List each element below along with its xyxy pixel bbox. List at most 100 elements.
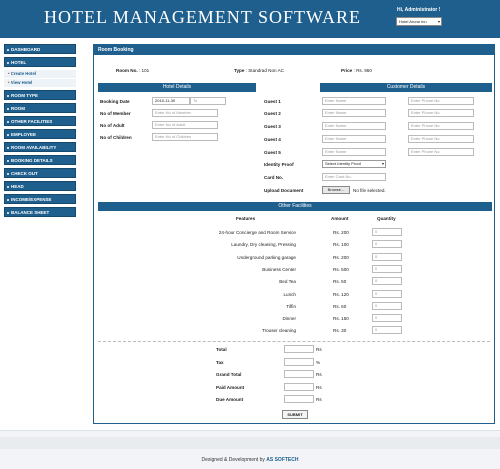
bullet-icon: •	[8, 71, 10, 76]
submit-button[interactable]: SUBMIT	[282, 410, 308, 419]
hotel-details-header: Hotel Details	[98, 83, 256, 92]
facility-amount: Rs. 120	[333, 291, 349, 297]
total-row-input[interactable]	[284, 345, 314, 353]
sidebar-sub-create-hotel[interactable]: • Create Hotel	[4, 70, 76, 78]
sidebar-item-hotel[interactable]: HOTEL	[4, 57, 76, 67]
features-column-header: Features	[236, 216, 256, 221]
guest-2-label: Guest 2	[264, 111, 281, 116]
bullet-icon: •	[8, 80, 10, 85]
facility-name: 24-hour Concierge and Room Service	[218, 230, 296, 235]
facility-amount: Rs. 60	[333, 303, 347, 309]
customer-details-header: Customer Details	[320, 83, 492, 92]
footer-strip	[0, 437, 500, 449]
sidebar-item-balance-sheet[interactable]: BALANCE SHEET	[4, 207, 76, 217]
facility-quantity-input[interactable]: 0	[372, 252, 402, 261]
guest-4-phone-input[interactable]: Enter Phone No.	[408, 135, 474, 143]
facility-name: Laundry, Dry cleaning, Pressing	[231, 242, 296, 248]
sidebar-item-check-out[interactable]: CHECK OUT	[4, 168, 76, 178]
hotel-select-value: Hotel Aruna Inn	[399, 19, 427, 24]
browse-button[interactable]: Browse...	[322, 186, 350, 194]
sidebar-item-room[interactable]: ROOM	[4, 103, 76, 113]
facility-quantity-input[interactable]: 0	[372, 228, 402, 236]
facility-quantity-input[interactable]: 0	[372, 277, 402, 286]
guest-3-phone-input[interactable]: Enter Phone No.	[408, 122, 474, 130]
sidebar-item-booking-details[interactable]: BOOKING DETAILS	[4, 155, 76, 165]
facility-name: Underground parking garage	[237, 254, 296, 260]
guest-5-phone-input[interactable]: Enter Phone No.	[408, 148, 474, 156]
facility-name: Tiffin	[286, 303, 296, 309]
no-file-text: No file selected.	[353, 188, 386, 193]
footer-company: AS SOFTECH	[266, 457, 299, 463]
facility-name: Trouser cleaning	[261, 328, 296, 334]
total-row-input[interactable]	[284, 395, 314, 404]
panel-title: Room Booking	[94, 45, 494, 55]
members-label: No of Member	[100, 111, 131, 116]
facility-name: Bed Tea	[279, 279, 296, 285]
footer-credit: Designed & Development by AS SOFTECH	[201, 457, 299, 463]
total-row-unit: Rs	[316, 372, 322, 378]
guest-1-name-input[interactable]: Enter Name	[322, 97, 386, 105]
sidebar-sub-view-hotel[interactable]: • View Hotel	[4, 79, 76, 87]
guest-2-phone-input[interactable]: Enter Phone No.	[408, 109, 474, 117]
total-row-input[interactable]	[284, 357, 314, 366]
facility-quantity-input[interactable]: 0	[372, 240, 402, 249]
guest-1-label: Guest 1	[264, 99, 281, 104]
children-input[interactable]: Enter No of Children	[152, 133, 218, 141]
identity-proof-label: Identity Proof	[264, 162, 294, 167]
guest-4-name-input[interactable]: Enter Name	[322, 135, 386, 143]
card-no-input[interactable]: Enter Card No.	[322, 173, 386, 181]
facility-amount: Rs. 150	[333, 316, 349, 322]
footer	[0, 430, 500, 469]
guest-1-phone-input[interactable]: Enter Phone No.	[408, 97, 474, 105]
identity-proof-select[interactable]: Select Identity Proof ▾	[322, 160, 386, 168]
booking-date-from-input[interactable]: 2015-11-30	[152, 97, 190, 105]
facility-quantity-input[interactable]: 0	[372, 326, 402, 335]
sidebar-item-income-expense[interactable]: INCOME/EXPENSE	[4, 194, 76, 204]
total-row-unit: Rs	[316, 347, 322, 352]
guest-2-name-input[interactable]: Enter Name	[322, 109, 386, 117]
total-row-unit: Rs	[316, 397, 322, 403]
facility-amount: Rs. 200	[333, 254, 349, 260]
hotel-select[interactable]: Hotel Aruna Inn ▾	[396, 17, 442, 26]
user-greeting[interactable]: Hi, Administrator !	[397, 7, 440, 13]
facility-amount: Rs. 200	[333, 230, 349, 235]
facility-quantity-input[interactable]: 0	[372, 314, 402, 323]
card-no-label: Card No.	[264, 175, 284, 180]
booking-date-to-input[interactable]: To	[190, 97, 226, 105]
quantity-column-header: Quantity	[377, 216, 396, 221]
facility-amount: Rs. 50	[333, 279, 347, 285]
upload-document-label: Upload Document	[264, 188, 304, 193]
facility-name: Dinner	[282, 316, 296, 322]
children-label: No of Children	[100, 135, 132, 140]
sidebar-item-employee[interactable]: EMPLOYEE	[4, 129, 76, 139]
total-row-input[interactable]	[284, 382, 314, 391]
guest-5-name-input[interactable]: Enter Name	[322, 148, 386, 156]
app-title: HOTEL MANAGEMENT SOFTWARE	[44, 7, 361, 27]
facility-quantity-input[interactable]: 0	[372, 301, 402, 310]
sidebar-nav: DASHBOARD HOTEL • Create Hotel • View Ho…	[4, 44, 76, 220]
facility-name: Business Center	[262, 266, 296, 272]
total-row-label: Grand Total	[216, 372, 242, 378]
facility-quantity-input[interactable]: 0	[372, 289, 402, 298]
room-price-info: Price : Rs. 950	[341, 68, 372, 73]
amount-column-header: Amount	[331, 216, 349, 221]
guest-3-name-input[interactable]: Enter Name	[322, 122, 386, 130]
sidebar-item-dashboard[interactable]: DASHBOARD	[4, 44, 76, 54]
sidebar-item-other-facilities[interactable]: OTHER FACILITIES	[4, 116, 76, 126]
facility-quantity-input[interactable]: 0	[372, 264, 402, 273]
adult-input[interactable]: Enter No of Adult	[152, 121, 218, 129]
facility-amount: Rs. 100	[333, 242, 349, 248]
adult-label: No of Adult	[100, 123, 125, 128]
total-row-unit: %	[316, 359, 321, 365]
sidebar-item-head[interactable]: HEAD	[4, 181, 76, 191]
members-input[interactable]: Enter No of Member	[152, 109, 218, 117]
facility-name: Lunch	[283, 291, 296, 297]
guest-3-label: Guest 3	[264, 124, 281, 129]
totals-divider	[98, 341, 490, 342]
sidebar-item-room-availability[interactable]: ROOM AVAILABILITY	[4, 142, 76, 152]
total-row-unit: Rs	[316, 384, 322, 390]
total-row-input[interactable]	[284, 370, 314, 379]
total-row-label: Paid Amount	[216, 384, 245, 390]
sidebar-item-room-type[interactable]: ROOM TYPE	[4, 90, 76, 100]
facility-amount: Rs. 500	[333, 266, 349, 272]
